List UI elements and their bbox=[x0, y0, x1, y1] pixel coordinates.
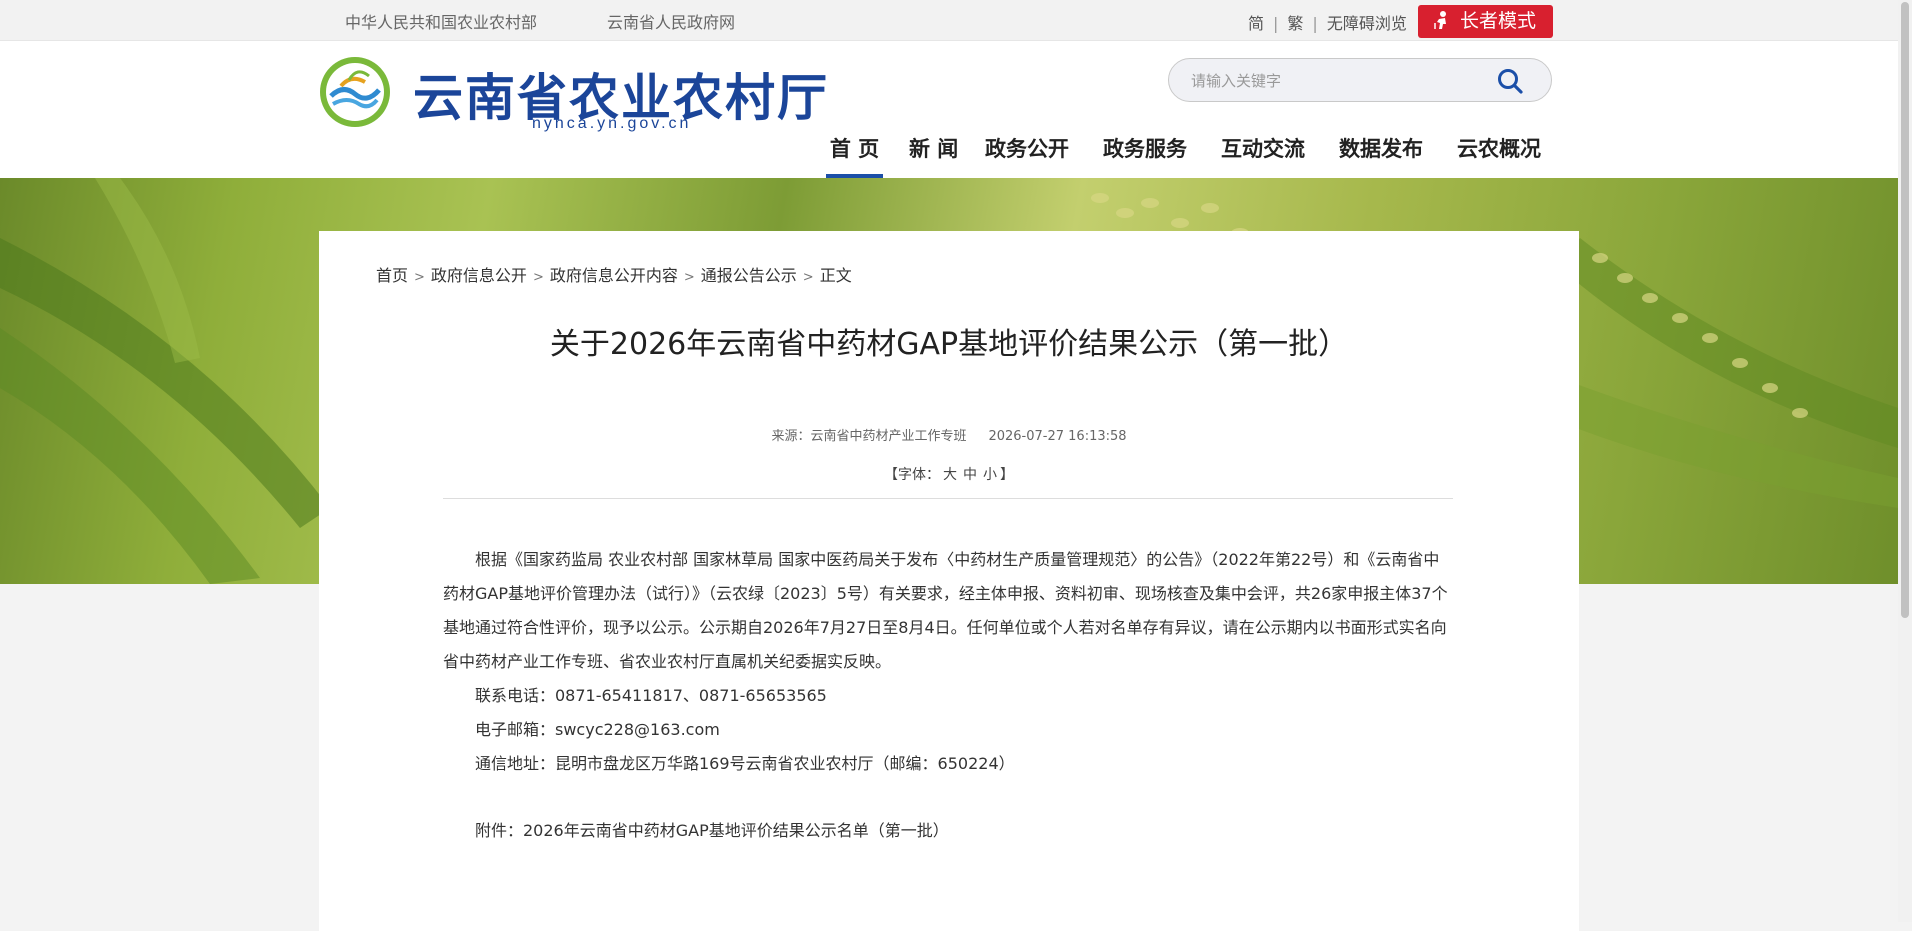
font-size-small[interactable]: 小 bbox=[983, 467, 997, 483]
traditional-chinese-link[interactable]: 繁 bbox=[1287, 14, 1303, 33]
breadcrumb-info-content[interactable]: 政府信息公开内容 bbox=[550, 266, 678, 285]
font-size-label-end: 】 bbox=[1000, 467, 1014, 483]
elder-person-icon bbox=[1434, 11, 1446, 29]
breadcrumb-separator: > bbox=[414, 270, 425, 285]
article-meta: 来源：云南省中药材产业工作专班 2026-07-27 16:13:58 bbox=[319, 425, 1579, 444]
search-input[interactable] bbox=[1189, 69, 1493, 93]
attachment-link[interactable]: 附件：2026年云南省中药材GAP基地评价结果公示名单（第一批） bbox=[443, 814, 1453, 848]
nav-data-release[interactable]: 数据发布 bbox=[1339, 131, 1423, 178]
link-moa[interactable]: 中华人民共和国农业农村部 bbox=[345, 13, 537, 32]
article-paragraph: 根据《国家药监局 农业农村部 国家林草局 国家中医药局关于发布〈中药材生产质量管… bbox=[443, 550, 1448, 671]
tools: 简 | 繁 | 无障碍浏览 bbox=[1248, 10, 1898, 34]
logo-icon[interactable] bbox=[319, 56, 391, 128]
nav-government-affairs[interactable]: 政务公开 bbox=[985, 131, 1069, 178]
breadcrumb-separator: > bbox=[683, 270, 695, 285]
breadcrumb-notices[interactable]: 通报公告公示 bbox=[701, 266, 797, 285]
separator: | bbox=[1312, 14, 1318, 33]
search-icon[interactable] bbox=[1496, 67, 1524, 95]
article-body: 根据《国家药监局 农业农村部 国家林草局 国家中医药局关于发布〈中药材生产质量管… bbox=[443, 543, 1453, 848]
font-size-label: 【字体： bbox=[884, 467, 940, 483]
breadcrumb-separator: > bbox=[802, 270, 814, 285]
article-datetime: 2026-07-27 16:13:58 bbox=[988, 429, 1127, 444]
accessibility-link[interactable]: 无障碍浏览 bbox=[1327, 14, 1407, 33]
page-scrollbar[interactable] bbox=[1898, 0, 1912, 922]
breadcrumb-info-disclosure[interactable]: 政府信息公开 bbox=[431, 266, 527, 285]
font-size-medium[interactable]: 中 bbox=[963, 467, 977, 483]
simplified-chinese-link[interactable]: 简 bbox=[1248, 14, 1264, 33]
nav-government-services[interactable]: 政务服务 bbox=[1103, 131, 1187, 178]
scrollbar-thumb[interactable] bbox=[1901, 2, 1909, 618]
breadcrumb-current: 正文 bbox=[819, 266, 852, 285]
article-panel: 首页 > 政府信息公开 > 政府信息公开内容 > 通报公告公示 > 正文 关于2026年云南省中… bbox=[319, 231, 1579, 931]
breadcrumb: 首页 > 政府信息公开 > 政府信息公开内容 > 通报公告公示 > 正文 bbox=[376, 262, 852, 286]
contact-phone: 联系电话：0871-65411817、0871-65653565 bbox=[475, 686, 827, 705]
contact-email: 电子邮箱：swcyc228@163.com bbox=[475, 720, 720, 739]
font-size-large[interactable]: 大 bbox=[943, 467, 957, 483]
contact-address: 通信地址：昆明市盘龙区万华路169号云南省农业农村厅（邮编：650224） bbox=[475, 754, 1015, 773]
top-utility-bar: 中华人民共和国农业农村部 云南省人民政府网 简 | 繁 | 无障碍浏览 长者模式 bbox=[0, 0, 1898, 41]
article-title: 关于2026年云南省中药材GAP基地评价结果公示（第一批） bbox=[549, 327, 1349, 362]
separator: | bbox=[1273, 14, 1279, 33]
link-yn-gov[interactable]: 云南省人民政府网 bbox=[607, 13, 735, 32]
font-size-control: 【字体：大中小】 bbox=[319, 464, 1579, 484]
nav-overview[interactable]: 云农概况 bbox=[1457, 131, 1541, 178]
breadcrumb-home[interactable]: 首页 bbox=[376, 266, 408, 285]
site-domain: nynca.yn.gov.cn bbox=[532, 115, 692, 132]
elder-mode-button[interactable]: 长者模式 bbox=[1418, 5, 1553, 38]
elder-mode-label: 长者模式 bbox=[1460, 10, 1537, 32]
search-box bbox=[1168, 58, 1552, 102]
nav-interaction[interactable]: 互动交流 bbox=[1221, 131, 1305, 178]
nav-news[interactable]: 新 闻 bbox=[909, 131, 958, 178]
external-links: 中华人民共和国农业农村部 云南省人民政府网 bbox=[345, 9, 805, 33]
divider bbox=[443, 498, 1453, 499]
nav-home[interactable]: 首 页 bbox=[826, 131, 883, 178]
site-header: 云南省农业农村厅 nynca.yn.gov.cn 首 页 新 闻 政务公开 政务… bbox=[0, 41, 1898, 178]
article-source: 来源：云南省中药材产业工作专班 bbox=[771, 429, 967, 444]
breadcrumb-separator: > bbox=[532, 270, 544, 285]
